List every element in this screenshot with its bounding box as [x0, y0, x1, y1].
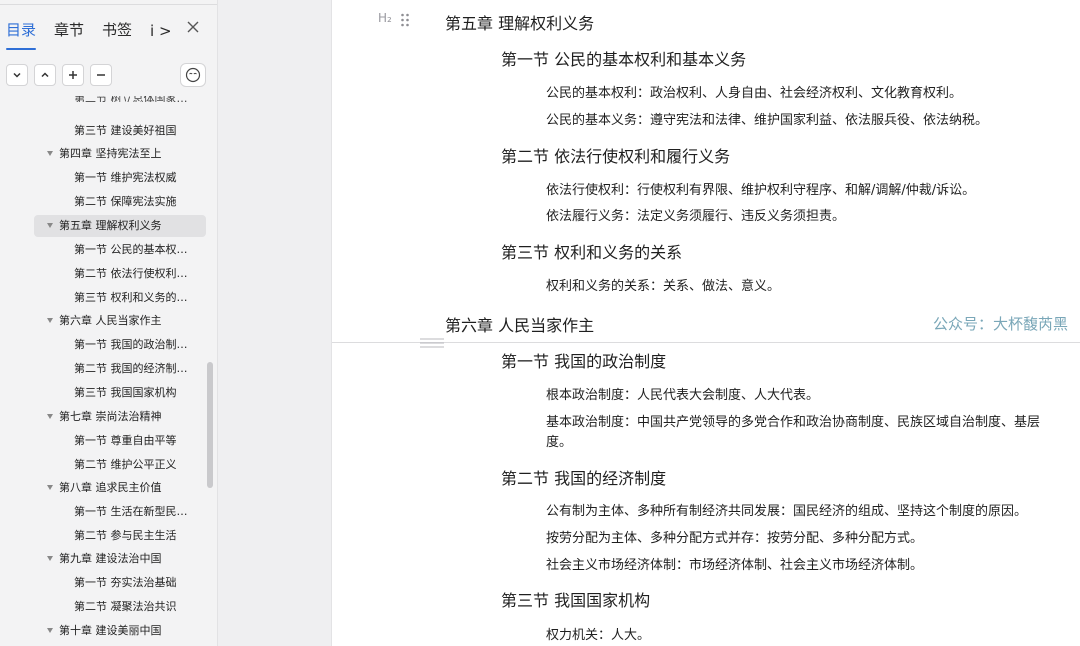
close-icon[interactable]: [185, 20, 201, 36]
paragraph-line[interactable]: 度。: [546, 431, 572, 450]
tab-bookmarks[interactable]: 书签: [102, 14, 132, 48]
toc-item-label: 第九章 建设法治中国: [59, 552, 162, 565]
paragraph-line[interactable]: 权力机关：人大。: [546, 624, 650, 643]
tab-toc[interactable]: 目录: [6, 14, 37, 50]
watermark-text: 公众号：大杯馥芮黑: [932, 315, 1068, 333]
toc-chapter-item[interactable]: 第九章 建设法治中国: [34, 548, 206, 570]
toc-item-label: 第六章 人民当家作主: [59, 314, 162, 327]
toc-item-label: 第一节 生活在新型民…: [74, 505, 188, 518]
collapse-arrow-icon[interactable]: [47, 318, 53, 323]
page-gutter: [218, 0, 332, 646]
minus-icon: [97, 74, 105, 76]
sidebar-top-edge: [0, 0, 217, 5]
toc-item-label: 第二节 我国的经济制…: [74, 362, 188, 375]
collapse-arrow-icon[interactable]: [47, 151, 53, 156]
remove-level-button[interactable]: [90, 64, 112, 86]
tab-more[interactable]: i >: [150, 22, 172, 40]
collapse-arrow-icon[interactable]: [47, 628, 53, 633]
section-heading[interactable]: 第三节 权利和义务的关系: [501, 239, 682, 263]
toc-section-item[interactable]: 第一节 公民的基本权…: [34, 239, 206, 261]
collapse-arrow-icon[interactable]: [47, 414, 53, 419]
toc-item-label: 第十章 建设美丽中国: [59, 624, 162, 637]
toc-section-item[interactable]: 第一节 尊重自由平等: [34, 430, 206, 452]
toc-item-label: 第五章 理解权利义务: [59, 219, 162, 232]
collapse-arrow-icon[interactable]: [47, 223, 53, 228]
toc-section-item[interactable]: 第三节 权利和义务的…: [34, 287, 206, 309]
paragraph-line[interactable]: 依法行使权利：行使权利有界限、维护权利守程序、和解/调解/仲裁/诉讼。: [546, 179, 975, 198]
toc-item-label: 第一节 尊重自由平等: [74, 434, 177, 447]
outline-view-button[interactable]: [180, 63, 206, 87]
toc-item-label: 第三节 建设美好祖国: [74, 124, 177, 137]
paragraph-line[interactable]: 公民的基本权利：政治权利、人身自由、社会经济权利、文化教育权利。: [546, 82, 962, 101]
toc-item-label: 第二节 维护公平正义: [74, 458, 177, 471]
section-heading[interactable]: 第一节 公民的基本权利和基本义务: [501, 46, 746, 70]
heading-level-hint: H₂: [378, 11, 392, 25]
paragraph-line[interactable]: 社会主义市场经济体制：市场经济体制、社会主义市场经济体制。: [546, 554, 923, 573]
chevron-down-icon: [13, 72, 21, 78]
toc-section-item[interactable]: 第二节 树立总体国家…: [34, 96, 206, 107]
toc-chapter-item[interactable]: 第五章 理解权利义务: [34, 215, 206, 237]
toc-section-item[interactable]: 第一节 我国的政治制…: [34, 334, 206, 356]
plus-icon: [69, 71, 77, 79]
toc-list: 第二节 树立总体国家… 第三节 建设美好祖国第四章 坚持宪法至上第一节 维护宪法权…: [0, 96, 217, 646]
paragraph-line[interactable]: 公有制为主体、多种所有制经济共同发展：国民经济的组成、坚持这个制度的原因。: [546, 500, 1027, 519]
face-icon: [185, 67, 201, 83]
toc-item-label: 第一节 公民的基本权…: [74, 243, 188, 256]
drag-handle-icon[interactable]: [400, 12, 410, 28]
outline-sidebar: 目录 章节 书签 i > 第二节 树立总体国家… 第三节 建设美好祖国第四章 坚持…: [0, 0, 218, 646]
section-heading[interactable]: 第二节 我国的经济制度: [501, 465, 666, 489]
toc-section-item[interactable]: 第二节 保障宪法实施: [34, 191, 206, 213]
add-level-button[interactable]: [62, 64, 84, 86]
sidebar-scrollbar[interactable]: [207, 362, 213, 488]
collapse-arrow-icon[interactable]: [47, 556, 53, 561]
toc-section-item[interactable]: 第二节 依法行使权利…: [34, 263, 206, 285]
section-heading[interactable]: 第一节 我国的政治制度: [501, 348, 666, 372]
paragraph-line[interactable]: 基本政治制度：中国共产党领导的多党合作和政治协商制度、民族区域自治制度、基层: [546, 411, 1040, 430]
section-heading[interactable]: 第三节 我国国家机构: [501, 587, 650, 611]
toc-item-label: 第四章 坚持宪法至上: [59, 147, 162, 160]
toc-item-label: 第二节 参与民主生活: [74, 529, 177, 542]
toc-item-label: 第八章 追求民主价值: [59, 481, 162, 494]
toc-section-item[interactable]: 第三节 建设美好祖国: [34, 120, 206, 142]
toc-section-item[interactable]: 第二节 维护公平正义: [34, 454, 206, 476]
toc-toolbar: [0, 60, 217, 90]
heading-level-label: H₂: [378, 11, 392, 25]
collapse-arrow-icon[interactable]: [47, 485, 53, 490]
chevron-up-icon: [41, 72, 49, 78]
chapter-heading[interactable]: 第五章 理解权利义务: [445, 10, 594, 34]
toc-chapter-item[interactable]: 第七章 崇尚法治精神: [34, 406, 206, 428]
toc-chapter-item[interactable]: 第四章 坚持宪法至上: [34, 143, 206, 165]
toc-section-item[interactable]: 第一节 夯实法治基础: [34, 572, 206, 594]
toc-section-item[interactable]: 第一节 维护宪法权威: [34, 167, 206, 189]
toc-item-label: 第一节 维护宪法权威: [74, 171, 177, 184]
toc-item-label: 第二节 保障宪法实施: [74, 195, 177, 208]
toc-chapter-item[interactable]: 第十章 建设美丽中国: [34, 620, 206, 642]
collapse-up-button[interactable]: [34, 64, 56, 86]
toc-item-label: 第七章 崇尚法治精神: [59, 410, 162, 423]
toc-section-item[interactable]: 第三节 我国国家机构: [34, 382, 206, 404]
block-menu-icon[interactable]: [418, 336, 446, 350]
expand-down-button[interactable]: [6, 64, 28, 86]
toc-item-label: 第一节 夯实法治基础: [74, 576, 177, 589]
chapter-heading[interactable]: 第六章 人民当家作主: [445, 312, 594, 336]
paragraph-line[interactable]: 依法履行义务：法定义务须履行、违反义务须担责。: [546, 205, 845, 224]
toc-section-item[interactable]: 第二节 我国的经济制…: [34, 358, 206, 380]
toc-section-item[interactable]: 第二节 参与民主生活: [34, 525, 206, 547]
section-heading[interactable]: 第二节 依法行使权利和履行义务: [501, 143, 730, 167]
toc-item-label: 第二节 树立总体国家…: [74, 96, 194, 102]
toc-item-label: 第三节 权利和义务的…: [74, 291, 188, 304]
toc-section-item[interactable]: 第二节 凝聚法治共识: [34, 596, 206, 618]
toc-item-label: 第一节 我国的政治制…: [74, 338, 188, 351]
paragraph-line[interactable]: 根本政治制度：人民代表大会制度、人大代表。: [546, 384, 819, 403]
paragraph-line[interactable]: 按劳分配为主体、多种分配方式并存：按劳分配、多种分配方式。: [546, 527, 923, 546]
toc-section-item[interactable]: 第一节 生活在新型民…: [34, 501, 206, 523]
toc-item-label: 第二节 依法行使权利…: [74, 267, 188, 280]
paragraph-line[interactable]: 公民的基本义务：遵守宪法和法律、维护国家利益、依法服兵役、依法纳税。: [546, 109, 988, 128]
tab-chapters[interactable]: 章节: [54, 14, 84, 48]
toc-chapter-item[interactable]: 第六章 人民当家作主: [34, 310, 206, 332]
toc-item-label: 第三节 我国国家机构: [74, 386, 177, 399]
toc-chapter-item[interactable]: 第八章 追求民主价值: [34, 477, 206, 499]
toc-item-label: 第二节 凝聚法治共识: [74, 600, 177, 613]
paragraph-line[interactable]: 权利和义务的关系：关系、做法、意义。: [546, 275, 780, 294]
